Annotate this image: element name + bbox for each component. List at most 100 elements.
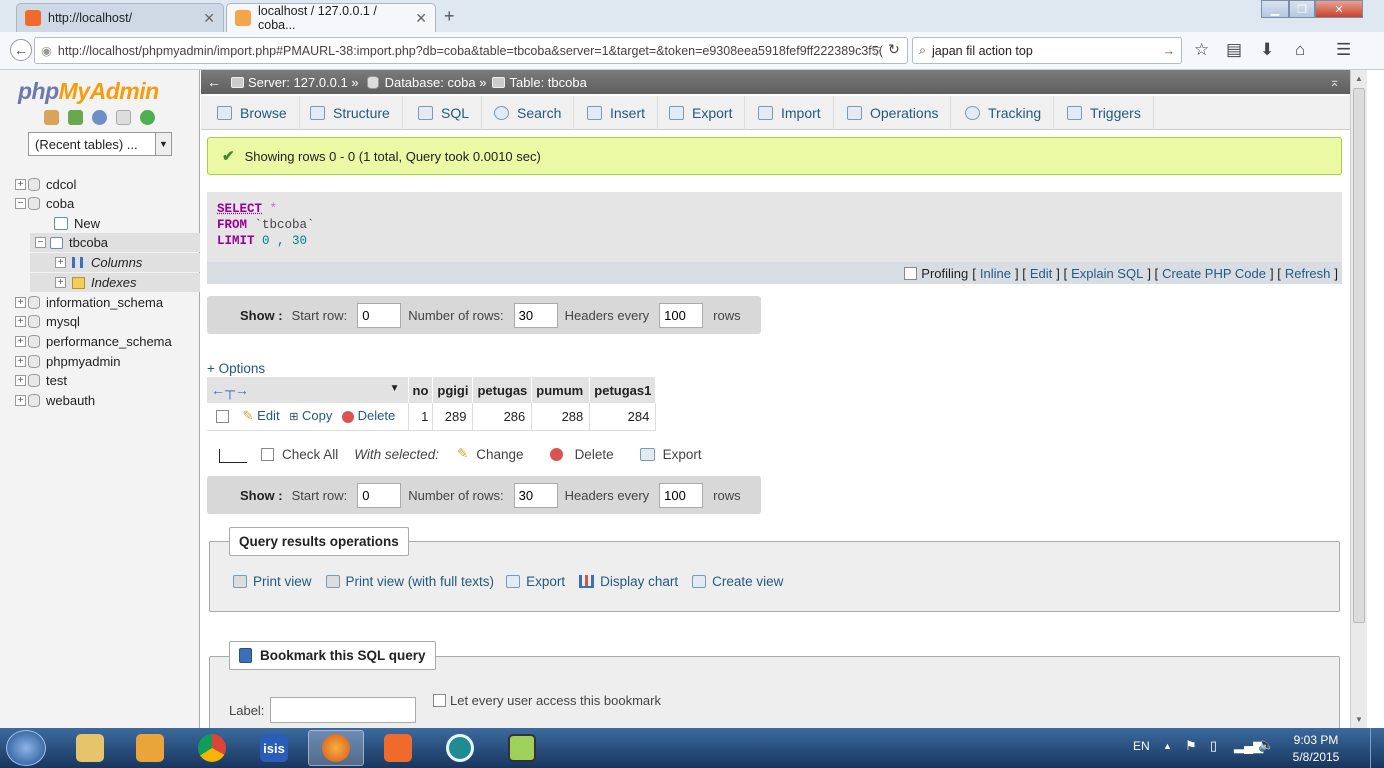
tree-db-test[interactable]: + test bbox=[0, 371, 200, 390]
clock-time[interactable]: 9:03 PM bbox=[1290, 733, 1342, 747]
search-bar[interactable]: ⌕ japan fil action top → bbox=[912, 37, 1182, 64]
collapse-icon[interactable]: − bbox=[35, 237, 46, 248]
scrollbar-thumb[interactable] bbox=[1353, 88, 1365, 623]
expand-icon[interactable]: + bbox=[15, 297, 26, 308]
tab-structure[interactable]: Structure bbox=[298, 96, 403, 130]
number-of-rows-input[interactable] bbox=[513, 482, 558, 508]
create-view-link[interactable]: Create view bbox=[712, 574, 783, 589]
taskbar-media-player[interactable] bbox=[122, 730, 178, 766]
headers-every-input[interactable] bbox=[659, 482, 704, 508]
column-header-petugas1[interactable]: petugas1 bbox=[589, 377, 657, 403]
back-icon[interactable]: ← bbox=[10, 39, 32, 61]
tree-table-tbcoba[interactable]: − tbcoba bbox=[30, 233, 200, 252]
print-view-full-link[interactable]: Print view (with full texts) bbox=[346, 574, 495, 589]
reload-icon[interactable]: ↻ bbox=[888, 41, 900, 58]
tree-columns[interactable]: + Columns bbox=[30, 253, 200, 272]
tab-insert[interactable]: Insert bbox=[575, 96, 659, 130]
row-copy-link[interactable]: Copy bbox=[302, 408, 332, 423]
reload-navigation-icon[interactable] bbox=[140, 110, 155, 125]
search-go-icon[interactable]: → bbox=[1163, 44, 1176, 58]
show-hidden-icons-icon[interactable]: ▲ bbox=[1163, 741, 1172, 751]
tree-db-phpmyadmin[interactable]: + phpmyadmin bbox=[0, 352, 200, 371]
headers-every-input[interactable] bbox=[659, 302, 704, 328]
device-icon[interactable]: ▯ bbox=[1210, 738, 1217, 754]
tree-db-performance-schema[interactable]: + performance_schema bbox=[0, 332, 200, 351]
tree-db-cdcol[interactable]: + cdcol bbox=[0, 175, 200, 194]
cell-no[interactable]: 1 bbox=[408, 403, 434, 431]
tree-new-table[interactable]: New bbox=[0, 214, 200, 233]
sort-dropdown-icon[interactable]: ▼ bbox=[390, 383, 400, 394]
documentation-icon[interactable] bbox=[116, 110, 131, 125]
tab-triggers[interactable]: Triggers bbox=[1055, 96, 1154, 130]
column-header-petugas[interactable]: petugas bbox=[472, 377, 533, 403]
export-link[interactable]: Export bbox=[526, 574, 565, 589]
bulk-delete-button[interactable]: Delete bbox=[575, 447, 614, 462]
logout-icon[interactable] bbox=[68, 110, 83, 125]
tab-export[interactable]: Export bbox=[657, 96, 746, 130]
tab-operations[interactable]: Operations bbox=[835, 96, 952, 130]
close-tab-icon[interactable]: ✕ bbox=[415, 10, 427, 27]
taskbar-isis[interactable]: isis bbox=[246, 730, 302, 766]
collapse-top-icon[interactable]: ⌅ bbox=[1329, 74, 1340, 90]
edit-link[interactable]: Edit bbox=[1030, 266, 1052, 281]
url-dropdown-icon[interactable]: ▽ bbox=[872, 44, 881, 58]
taskbar-firefox[interactable] bbox=[308, 730, 364, 766]
bulk-export-button[interactable]: Export bbox=[663, 447, 702, 462]
start-row-input[interactable] bbox=[357, 482, 402, 508]
check-all-checkbox[interactable] bbox=[261, 447, 274, 461]
check-all-label[interactable]: Check All bbox=[282, 447, 338, 462]
menu-icon[interactable]: ☰ bbox=[1336, 40, 1351, 60]
collapse-panel-icon[interactable]: ← bbox=[207, 74, 221, 90]
scroll-down-icon[interactable]: ▼ bbox=[1355, 715, 1363, 724]
expand-icon[interactable]: + bbox=[55, 257, 66, 268]
browser-tab-phpmyadmin[interactable]: localhost / 127.0.0.1 / coba... ✕ bbox=[226, 3, 436, 32]
tree-db-coba[interactable]: − coba bbox=[0, 194, 200, 213]
clock-date[interactable]: 5/8/2015 bbox=[1290, 750, 1342, 764]
start-button[interactable] bbox=[6, 730, 46, 766]
minimize-icon[interactable]: ▁ bbox=[1261, 0, 1289, 18]
close-tab-icon[interactable]: ✕ bbox=[203, 10, 215, 27]
tree-db-information-schema[interactable]: + information_schema bbox=[0, 293, 200, 312]
show-desktop-button[interactable] bbox=[1370, 728, 1384, 768]
scroll-up-icon[interactable]: ▲ bbox=[1355, 74, 1363, 83]
recent-tables-select[interactable]: (Recent tables) ... ▼ bbox=[28, 132, 172, 156]
tab-tracking[interactable]: Tracking bbox=[953, 96, 1055, 130]
help-icon[interactable] bbox=[92, 110, 107, 125]
bookmark-every-user-checkbox[interactable] bbox=[433, 694, 446, 707]
tree-db-mysql[interactable]: + mysql bbox=[0, 312, 200, 331]
bookmark-every-user-label[interactable]: Let every user access this bookmark bbox=[450, 693, 661, 708]
action-center-flag-icon[interactable]: ⚑ bbox=[1185, 738, 1197, 754]
explain-sql-link[interactable]: Explain SQL bbox=[1071, 266, 1143, 281]
close-window-icon[interactable]: ✕ bbox=[1315, 0, 1363, 18]
row-delete-link[interactable]: Delete bbox=[358, 408, 396, 423]
home-icon[interactable] bbox=[44, 110, 59, 125]
breadcrumb-table[interactable]: Table: tbcoba bbox=[509, 75, 586, 90]
cell-pgigi[interactable]: 289 bbox=[432, 403, 474, 431]
new-tab-icon[interactable]: + bbox=[444, 6, 455, 27]
start-row-input[interactable] bbox=[357, 302, 402, 328]
column-header-pgigi[interactable]: pgigi bbox=[432, 377, 474, 403]
browser-tab-localhost[interactable]: http://localhost/ ✕ bbox=[16, 3, 224, 32]
url-bar[interactable]: ◉ http://localhost/phpmyadmin/import.php… bbox=[34, 37, 908, 64]
breadcrumb-server[interactable]: Server: 127.0.0.1 » bbox=[248, 75, 359, 90]
column-header-pumum[interactable]: pumum bbox=[531, 377, 591, 403]
volume-icon[interactable]: 🔈 bbox=[1258, 737, 1274, 753]
expand-icon[interactable]: + bbox=[15, 375, 26, 386]
print-view-link[interactable]: Print view bbox=[253, 574, 312, 589]
taskbar-explorer[interactable] bbox=[62, 730, 118, 766]
phpmyadmin-logo[interactable]: phpMyAdmin bbox=[18, 78, 159, 105]
display-chart-link[interactable]: Display chart bbox=[600, 574, 678, 589]
taskbar-xampp[interactable] bbox=[370, 730, 426, 766]
cell-pumum[interactable]: 288 bbox=[531, 403, 591, 431]
language-indicator[interactable]: EN bbox=[1133, 739, 1150, 753]
sql-keyword-select[interactable]: SELECT bbox=[217, 202, 262, 216]
bookmark-label-input[interactable] bbox=[270, 697, 416, 723]
arrows-icon[interactable]: ←┬→ bbox=[211, 382, 249, 398]
taskbar-chrome[interactable] bbox=[184, 730, 240, 766]
expand-icon[interactable]: + bbox=[55, 277, 66, 288]
tree-indexes[interactable]: + Indexes bbox=[30, 273, 200, 292]
tab-sql[interactable]: SQL bbox=[406, 96, 483, 130]
download-icon[interactable]: ⬇ bbox=[1260, 40, 1274, 60]
expand-icon[interactable]: + bbox=[15, 395, 26, 406]
options-link[interactable]: + Options bbox=[207, 361, 265, 376]
